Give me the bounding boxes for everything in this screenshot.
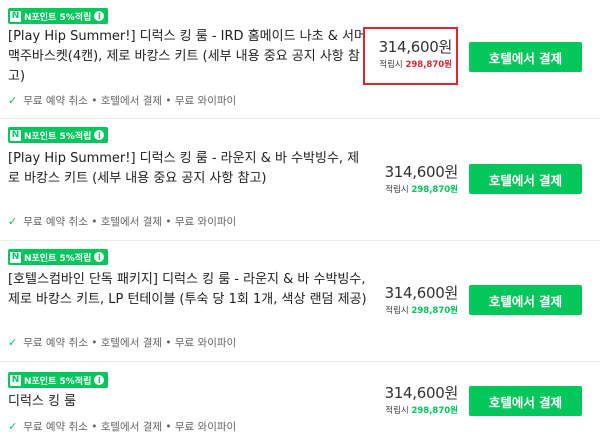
room-title[interactable]: 디럭스 킹 룸 [8,392,368,412]
pay-at-hotel-button[interactable]: 호텔에서 결제 [469,285,582,315]
check-icon: ✓ [8,215,18,228]
pay-at-hotel-button[interactable]: 호텔에서 결제 [469,386,582,416]
npoint-badge: N N포인트 5%적립 i [8,249,109,265]
npoint-badge: N N포인트 5%적립 i [8,127,109,143]
naver-n-icon: N [10,10,21,22]
info-icon[interactable]: i [94,130,105,140]
info-icon[interactable]: i [94,11,105,21]
naver-n-icon: N [10,129,21,141]
price-box: 314,600원 적립시 298,870원 [363,27,458,85]
points-info: 적립시 298,870원 [385,185,458,195]
naver-n-icon: N [10,251,21,263]
room-amenities: ✓ 무료 예약 취소 • 호텔에서 결제 • 무료 와이파이 [8,214,236,229]
amenities-text: 무료 예약 취소 • 호텔에서 결제 • 무료 와이파이 [23,337,237,349]
check-icon: ✓ [8,94,18,107]
check-icon: ✓ [8,420,18,433]
price-box: 314,600원 적립시 298,870원 [363,162,459,195]
npoint-label: N포인트 5%적립 [24,12,92,23]
price-box: 314,600원 적립시 298,870원 [363,283,459,316]
room-amenities: ✓ 무료 예약 취소 • 호텔에서 결제 • 무료 와이파이 [8,335,236,350]
check-icon: ✓ [8,336,18,349]
pay-at-hotel-button[interactable]: 호텔에서 결제 [469,164,582,194]
room-amenities: ✓ 무료 예약 취소 • 호텔에서 결제 • 무료 와이파이 [8,93,236,108]
room-price: 314,600원 [378,38,453,56]
room-list: N N포인트 5%적립 i [Play Hip Summer!] 디럭스 킹 룸… [0,0,600,439]
price-box: 314,600원 적립시 298,870원 [363,383,459,416]
amenities-text: 무료 예약 취소 • 호텔에서 결제 • 무료 와이파이 [23,421,237,433]
info-icon[interactable]: i [94,252,105,262]
room-card: N N포인트 5%적립 i [Play Hip Summer!] 디럭스 킹 룸… [0,0,600,119]
room-card: N N포인트 5%적립 i [호텔스컴바인 단독 패키지] 디럭스 킹 룸 - … [0,241,600,362]
points-info: 적립시 298,870원 [385,406,458,416]
room-card: N N포인트 5%적립 i [Play Hip Summer!] 디럭스 킹 룸… [0,119,600,241]
room-price: 314,600원 [384,284,459,302]
pay-at-hotel-button[interactable]: 호텔에서 결제 [469,42,582,72]
npoint-label: N포인트 5%적립 [24,376,92,387]
naver-n-icon: N [10,374,21,386]
room-card: N N포인트 5%적립 i 디럭스 킹 룸 ✓ 무료 예약 취소 • 호텔에서 … [0,362,600,439]
amenities-text: 무료 예약 취소 • 호텔에서 결제 • 무료 와이파이 [23,216,237,228]
npoint-badge: N N포인트 5%적립 i [8,372,109,388]
room-price: 314,600원 [384,384,459,402]
npoint-label: N포인트 5%적립 [24,253,92,264]
room-amenities: ✓ 무료 예약 취소 • 호텔에서 결제 • 무료 와이파이 [8,419,236,434]
room-title[interactable]: [호텔스컴바인 단독 패키지] 디럭스 킹 룸 - 라운지 & 바 수박빙수, … [8,270,368,310]
amenities-text: 무료 예약 취소 • 호텔에서 결제 • 무료 와이파이 [23,95,237,107]
room-price: 314,600원 [384,163,459,181]
npoint-label: N포인트 5%적립 [24,131,92,142]
room-title[interactable]: [Play Hip Summer!] 디럭스 킹 룸 - 라운지 & 바 수박빙… [8,149,368,189]
points-info: 적립시 298,870원 [379,60,452,70]
points-info: 적립시 298,870원 [385,306,458,316]
npoint-badge: N N포인트 5%적립 i [8,8,109,24]
info-icon[interactable]: i [94,375,105,385]
room-title[interactable]: [Play Hip Summer!] 디럭스 킹 룸 - IRD 홈메이드 나초… [8,27,368,87]
